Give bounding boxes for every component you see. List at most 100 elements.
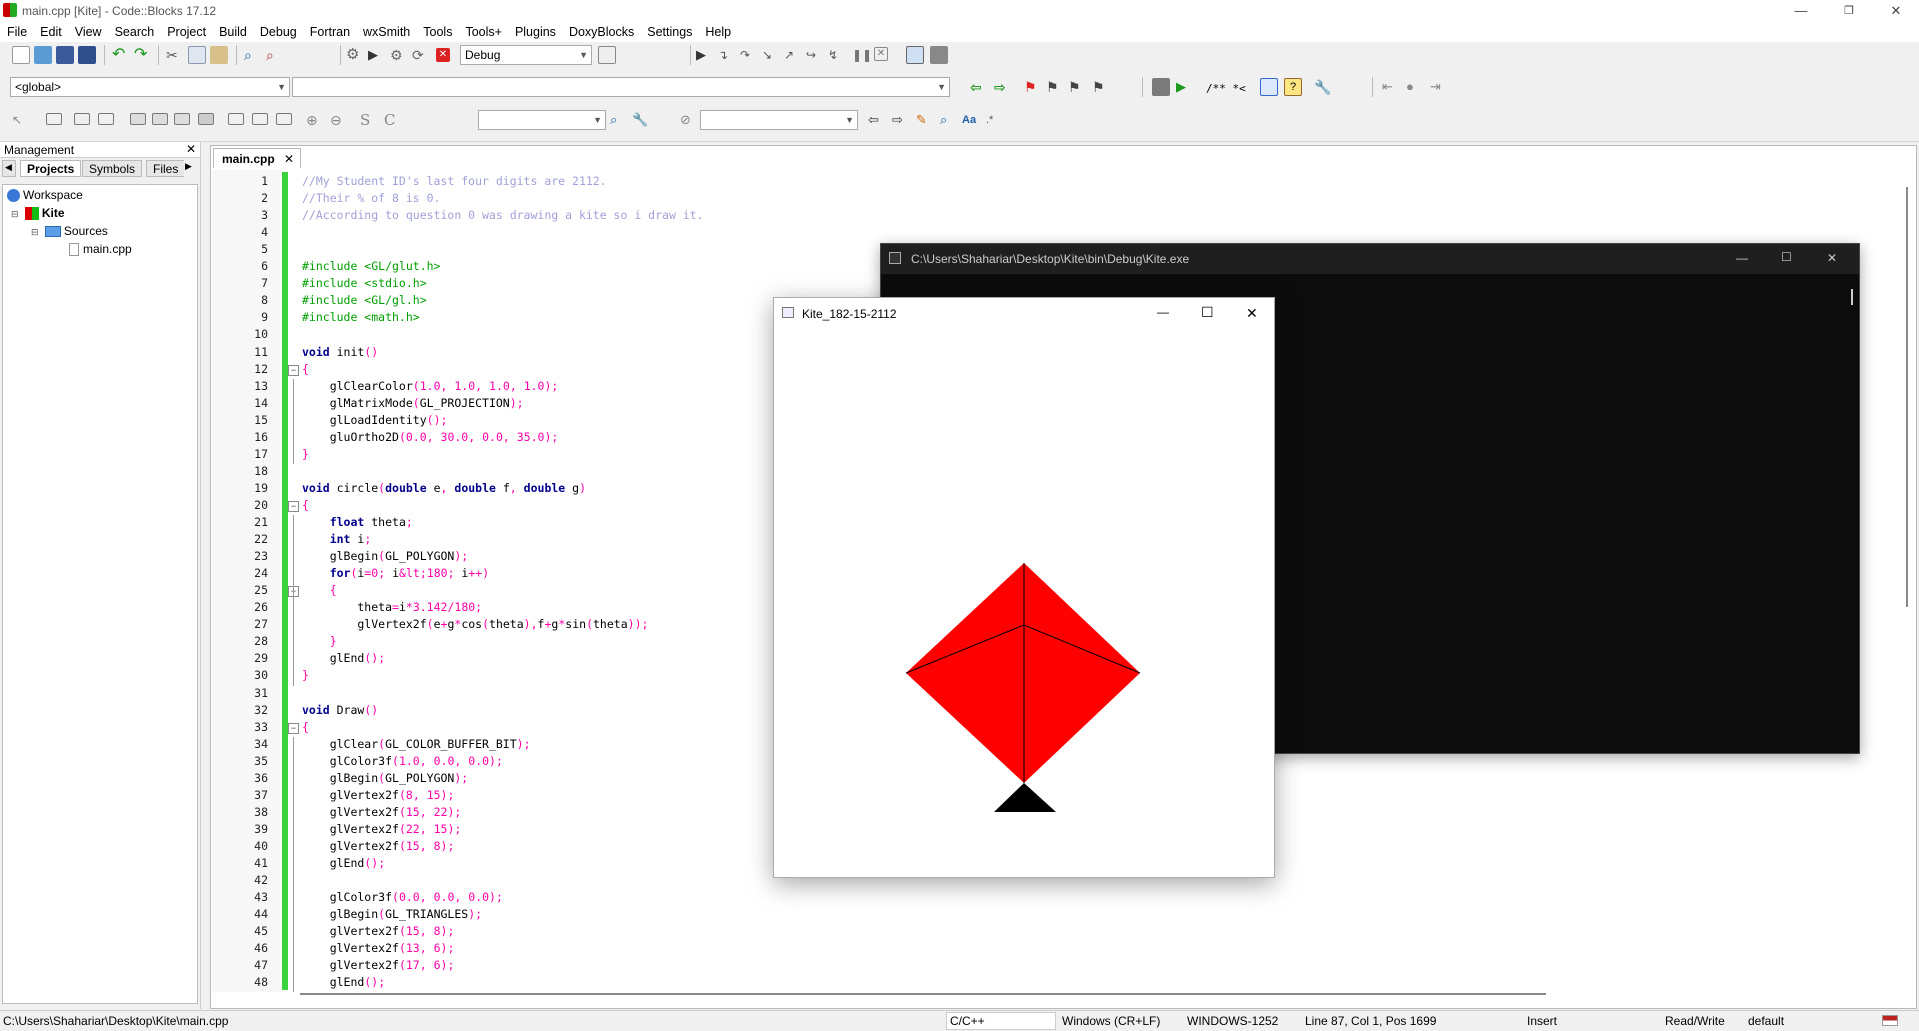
console-close-button[interactable]: ✕ — [1827, 251, 1837, 265]
code-line[interactable]: float theta; — [302, 515, 413, 529]
step-into-instruction-icon[interactable]: ↯ — [828, 46, 846, 64]
wx-sizer4-icon[interactable] — [198, 113, 214, 125]
code-line[interactable]: //Their % of 8 is 0. — [302, 191, 440, 205]
jump-forward-icon[interactable]: ⇨ — [994, 78, 1012, 96]
thread-search-combo[interactable]: ▼ — [700, 110, 858, 130]
extract-docs-icon[interactable]: ▶ — [1176, 78, 1194, 96]
highlight-icon[interactable]: ✎ — [916, 111, 934, 129]
tab-scroll-right-icon[interactable]: ▶ — [183, 160, 197, 177]
code-line[interactable]: void init() — [302, 345, 378, 359]
open-file-icon[interactable] — [34, 46, 52, 64]
editor-tab-close-icon[interactable]: ✕ — [284, 152, 294, 166]
change-marker-icon[interactable]: ● — [1406, 78, 1424, 96]
next-bookmark-icon[interactable]: ⚑ — [1068, 78, 1086, 96]
console-minimize-button[interactable]: — — [1736, 251, 1748, 265]
menu-file[interactable]: File — [0, 22, 33, 39]
code-line[interactable]: for(i=0; i&lt;180; i++) — [302, 566, 489, 580]
tab-symbols[interactable]: Symbols — [82, 160, 143, 177]
menu-search[interactable]: Search — [108, 22, 161, 39]
code-line[interactable]: glVertex2f(13, 6); — [302, 941, 455, 955]
wx-panel-icon[interactable] — [98, 113, 114, 125]
rebuild-icon[interactable]: ⟳ — [412, 46, 430, 64]
next-line-icon[interactable]: ↷ — [740, 46, 758, 64]
code-line[interactable]: glLoadIdentity(); — [302, 413, 448, 427]
editor-tab-main-cpp[interactable]: main.cpp ✕ — [213, 148, 301, 168]
find-prev-icon[interactable]: ⇦ — [868, 111, 886, 129]
build-gear-icon[interactable]: ⚙ — [346, 46, 364, 64]
run-chm-icon[interactable]: ? — [1284, 78, 1302, 96]
tab-files[interactable]: Files — [146, 160, 185, 177]
debug-windows-icon[interactable] — [906, 46, 924, 64]
wx-dialog-icon[interactable] — [74, 113, 90, 125]
run-html-icon[interactable] — [1260, 78, 1278, 96]
save-all-icon[interactable] — [78, 46, 96, 64]
menu-edit[interactable]: Edit — [33, 22, 68, 39]
symbol-select[interactable]: ▼ — [292, 77, 950, 97]
code-line[interactable]: glBegin(GL_POLYGON); — [302, 771, 469, 785]
code-line[interactable]: theta=i*3.142/180; — [302, 600, 482, 614]
new-file-icon[interactable] — [12, 46, 30, 64]
toggle-bookmark-icon[interactable]: ⚑ — [1024, 78, 1042, 96]
find-icon[interactable]: ⌕ — [244, 46, 262, 64]
code-line[interactable]: //According to question 0 was drawing a … — [302, 208, 704, 222]
kite-close-button[interactable]: ✕ — [1246, 305, 1258, 322]
paste-icon[interactable] — [210, 46, 228, 64]
copy-icon[interactable] — [188, 46, 206, 64]
minimize-button[interactable]: — — [1778, 0, 1824, 22]
debug-start-icon[interactable]: ▶ — [696, 46, 714, 64]
wx-s-icon[interactable]: S — [360, 111, 378, 129]
regex-icon[interactable]: .* — [986, 111, 1004, 129]
abort-icon[interactable]: ✕ — [436, 48, 450, 62]
wx-c-icon[interactable]: C — [384, 111, 402, 129]
menu-doxyblocks[interactable]: DoxyBlocks — [562, 22, 640, 39]
code-line[interactable]: glEnd(); — [302, 651, 385, 665]
vertical-scrollbar[interactable] — [1906, 187, 1908, 607]
code-line[interactable]: #include <GL/gl.h> — [302, 293, 427, 307]
tree-item-sources[interactable]: ⊟ Sources — [31, 223, 108, 239]
menu-wxsmith[interactable]: wxSmith — [356, 22, 416, 39]
match-case-icon[interactable]: Aa — [962, 111, 980, 129]
tab-scroll-left-icon[interactable]: ◀ — [2, 160, 16, 177]
doxywizard-icon[interactable] — [1152, 78, 1170, 96]
code-line[interactable]: glEnd(); — [302, 856, 385, 870]
next-instruction-icon[interactable]: ↪ — [806, 46, 824, 64]
menu-view[interactable]: View — [68, 22, 108, 39]
menu-build[interactable]: Build — [212, 22, 253, 39]
clear-bookmarks-icon[interactable]: ⚑ — [1092, 78, 1110, 96]
code-line[interactable]: glClearColor(1.0, 1.0, 1.0, 1.0); — [302, 379, 559, 393]
search-combo[interactable]: ▼ — [478, 110, 606, 130]
code-line[interactable]: } — [302, 634, 337, 648]
next-change-icon[interactable]: ⇥ — [1430, 78, 1448, 96]
code-line[interactable]: glMatrixMode(GL_PROJECTION); — [302, 396, 524, 410]
build-target-select[interactable]: Debug ▼ — [460, 45, 592, 65]
thread-search-icon[interactable]: ⊘ — [680, 111, 698, 129]
zoom-out-icon[interactable]: ⊖ — [330, 111, 348, 129]
code-line[interactable]: //My Student ID's last four digits are 2… — [302, 174, 607, 188]
code-line[interactable]: } — [302, 668, 309, 682]
code-line[interactable]: } — [302, 447, 309, 461]
code-line[interactable]: glBegin(GL_POLYGON); — [302, 549, 469, 563]
menu-fortran[interactable]: Fortran — [303, 22, 356, 39]
console-scrollbar[interactable] — [1851, 289, 1853, 305]
search-settings-icon[interactable]: 🔧 — [632, 111, 650, 129]
stop-debugger-icon[interactable]: ✕ — [874, 47, 888, 61]
find-next-icon[interactable]: ⇨ — [892, 111, 910, 129]
code-line[interactable]: { — [302, 720, 309, 734]
run-icon[interactable]: ▶ — [368, 46, 386, 64]
wx-sizer-icon[interactable] — [130, 113, 146, 125]
wx-frame-icon[interactable] — [46, 113, 62, 125]
tree-item-kite[interactable]: ⊟ Kite — [11, 205, 65, 221]
code-line[interactable]: glVertex2f(15, 22); — [302, 805, 462, 819]
zoom-in-icon[interactable]: ⊕ — [306, 111, 324, 129]
code-line[interactable]: void circle(double e, double f, double g… — [302, 481, 586, 495]
code-line[interactable]: #include <stdio.h> — [302, 276, 427, 290]
menu-settings[interactable]: Settings — [640, 22, 698, 39]
select-target-dialog-icon[interactable] — [598, 46, 616, 64]
menu-tools-plus[interactable]: Tools+ — [458, 22, 507, 39]
menu-project[interactable]: Project — [160, 22, 212, 39]
code-line[interactable]: gluOrtho2D(0.0, 30.0, 0.0, 35.0); — [302, 430, 559, 444]
pause-icon[interactable]: ❚❚ — [852, 46, 872, 64]
run-to-cursor-icon[interactable]: ↴ — [718, 46, 736, 64]
fold-marker-icon[interactable]: − — [288, 722, 299, 734]
kite-maximize-button[interactable]: ☐ — [1201, 304, 1214, 321]
